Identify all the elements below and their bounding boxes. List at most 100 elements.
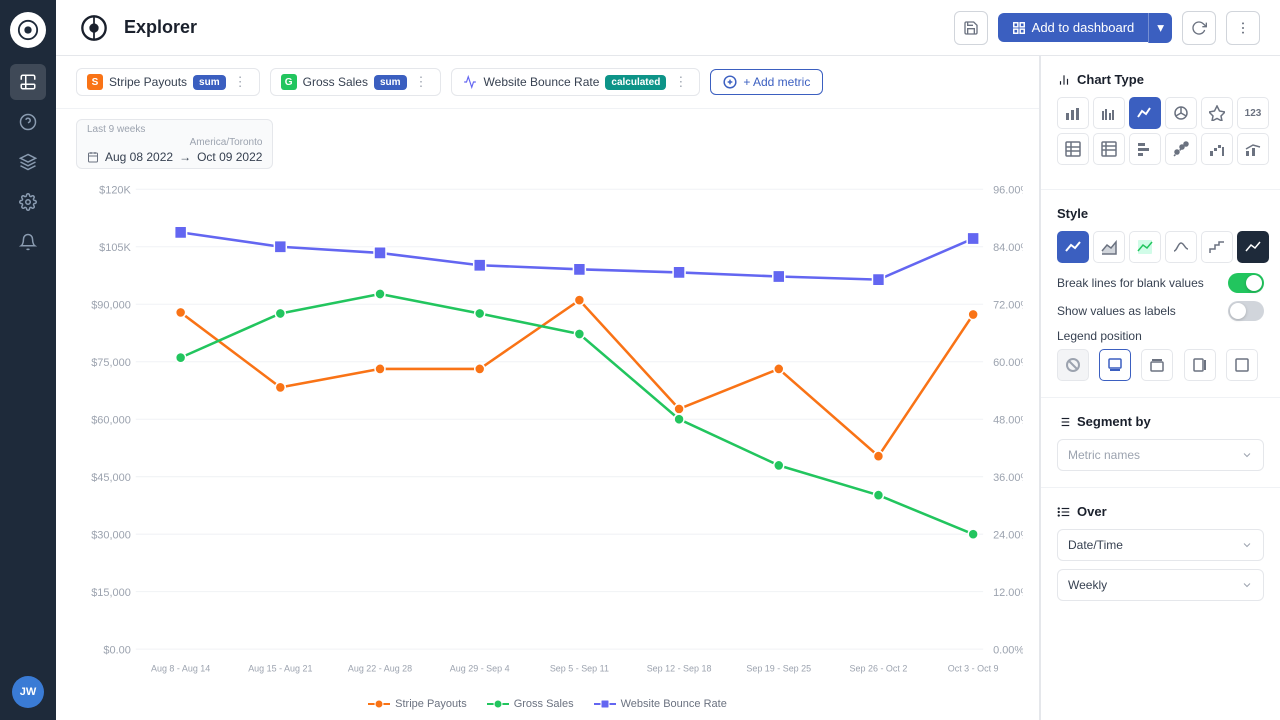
metrics-bar: S Stripe Payouts sum ⋮ G Gross Sales sum… — [56, 56, 1039, 109]
over-frequency-dropdown[interactable]: Weekly — [1057, 569, 1264, 601]
chart-type-table[interactable] — [1057, 133, 1089, 165]
chart-type-grid: 123 — [1057, 97, 1264, 165]
stripe-icon: S — [87, 74, 103, 90]
chart-type-number[interactable]: 123 — [1237, 97, 1269, 129]
sidebar-item-analytics[interactable] — [10, 144, 46, 180]
sidebar-logo — [10, 12, 46, 48]
legend-position-grid — [1057, 349, 1264, 381]
svg-text:Oct 3 - Oct 9: Oct 3 - Oct 9 — [948, 664, 999, 674]
segment-by-dropdown[interactable]: Metric names — [1057, 439, 1264, 471]
user-avatar[interactable]: JW — [12, 676, 44, 708]
style-dark[interactable] — [1237, 231, 1269, 263]
metric-chip-gross[interactable]: G Gross Sales sum ⋮ — [270, 68, 441, 96]
svg-text:Sep 19 - Sep 25: Sep 19 - Sep 25 — [746, 664, 811, 674]
legend-pos-none[interactable] — [1057, 349, 1089, 381]
add-dashboard-dropdown[interactable]: ▾ — [1148, 13, 1172, 43]
chart-legend: Stripe Payouts Gross Sales Website Bounc… — [56, 692, 1039, 720]
chart-type-waterfall[interactable] — [1201, 133, 1233, 165]
chart-type-radar[interactable] — [1201, 97, 1233, 129]
refresh-button[interactable] — [1182, 11, 1216, 45]
chart-type-section: Chart Type — [1057, 72, 1264, 173]
main-chart: $120K $105K $90,000 $75,000 $60,000 $45,… — [66, 179, 1023, 682]
svg-text:Sep 26 - Oct 2: Sep 26 - Oct 2 — [850, 664, 908, 674]
segment-by-section: Segment by Metric names — [1057, 414, 1264, 471]
content-area: S Stripe Payouts sum ⋮ G Gross Sales sum… — [56, 56, 1280, 720]
svg-text:$105K: $105K — [99, 242, 131, 254]
date-arrow: → — [179, 150, 191, 164]
chart-type-line[interactable] — [1129, 97, 1161, 129]
svg-text:36.00%: 36.00% — [993, 472, 1023, 484]
gross-more[interactable]: ⋮ — [413, 74, 430, 90]
svg-text:96.00%: 96.00% — [993, 184, 1023, 196]
divider-1 — [1041, 189, 1280, 190]
add-metric-button[interactable]: + Add metric — [710, 69, 823, 95]
app-logo — [76, 10, 112, 46]
break-lines-label: Break lines for blank values — [1057, 276, 1204, 290]
style-grid — [1057, 231, 1264, 263]
svg-text:72.00%: 72.00% — [993, 299, 1023, 311]
legend-pos-bottom[interactable] — [1099, 349, 1131, 381]
svg-text:$120K: $120K — [99, 184, 131, 196]
date-end: Oct 09 2022 — [197, 150, 262, 164]
bounce-more[interactable]: ⋮ — [672, 74, 689, 90]
svg-text:$45,000: $45,000 — [91, 472, 131, 484]
svg-text:Aug 15 - Aug 21: Aug 15 - Aug 21 — [248, 664, 312, 674]
svg-text:$90,000: $90,000 — [91, 299, 131, 311]
chart-type-grouped-bar[interactable] — [1093, 97, 1125, 129]
show-values-label: Show values as labels — [1057, 304, 1176, 318]
chart-type-pivot[interactable] — [1093, 133, 1125, 165]
add-to-dashboard-button[interactable]: Add to dashboard ▾ — [998, 13, 1172, 43]
svg-text:48.00%: 48.00% — [993, 414, 1023, 426]
date-range-badge[interactable]: Last 9 weeks America/Toronto Aug 08 2022… — [76, 119, 273, 169]
show-values-row: Show values as labels — [1057, 301, 1264, 321]
sidebar-item-notifications[interactable] — [10, 224, 46, 260]
sidebar-item-explore[interactable] — [10, 64, 46, 100]
stripe-more[interactable]: ⋮ — [232, 74, 249, 90]
sidebar-item-settings[interactable] — [10, 184, 46, 220]
over-section: Over Date/Time Weekly — [1057, 504, 1264, 601]
sidebar-item-help[interactable] — [10, 104, 46, 140]
svg-text:$60,000: $60,000 — [91, 414, 131, 426]
sidebar: JW — [0, 0, 56, 720]
legend-pos-hide[interactable] — [1226, 349, 1258, 381]
svg-text:0.00%: 0.00% — [993, 644, 1023, 656]
chart-type-combo[interactable] — [1237, 133, 1269, 165]
svg-text:$75,000: $75,000 — [91, 357, 131, 369]
legend-pos-right[interactable] — [1184, 349, 1216, 381]
gross-badge: sum — [374, 75, 407, 90]
bounce-badge: calculated — [605, 75, 666, 90]
chart-type-scatter[interactable] — [1165, 133, 1197, 165]
metric-chip-stripe[interactable]: S Stripe Payouts sum ⋮ — [76, 68, 260, 96]
add-dashboard-main[interactable]: Add to dashboard — [998, 13, 1149, 42]
legend-pos-top[interactable] — [1141, 349, 1173, 381]
topbar: Explorer Add to dashboard ▾ — [56, 0, 1280, 56]
chart-type-bar[interactable] — [1057, 97, 1089, 129]
metric-chip-bounce[interactable]: Website Bounce Rate calculated ⋮ — [451, 68, 701, 96]
over-title: Over — [1057, 504, 1264, 519]
save-button[interactable] — [954, 11, 988, 45]
main-content: Explorer Add to dashboard ▾ — [56, 0, 1280, 720]
style-step[interactable] — [1201, 231, 1233, 263]
divider-2 — [1041, 397, 1280, 398]
chart-type-pie[interactable] — [1165, 97, 1197, 129]
legend-gross: Gross Sales — [487, 698, 574, 710]
date-range-label: Last 9 weeks — [87, 124, 262, 135]
over-datetime-dropdown[interactable]: Date/Time — [1057, 529, 1264, 561]
break-lines-toggle[interactable] — [1228, 273, 1264, 293]
style-line[interactable] — [1057, 231, 1089, 263]
style-area-filled[interactable] — [1129, 231, 1161, 263]
style-section: Style — [1057, 206, 1264, 381]
show-values-toggle[interactable] — [1228, 301, 1264, 321]
toggle-knob-2 — [1230, 303, 1246, 319]
chart-type-hbar[interactable] — [1129, 133, 1161, 165]
legend-bounce: Website Bounce Rate — [594, 698, 727, 710]
svg-text:Aug 29 - Sep 4: Aug 29 - Sep 4 — [450, 664, 510, 674]
style-smooth[interactable] — [1165, 231, 1197, 263]
style-area[interactable] — [1093, 231, 1125, 263]
more-options-button[interactable] — [1226, 11, 1260, 45]
svg-text:12.00%: 12.00% — [993, 587, 1023, 599]
svg-text:$15,000: $15,000 — [91, 587, 131, 599]
stripe-badge: sum — [193, 75, 226, 90]
svg-text:Sep 5 - Sep 11: Sep 5 - Sep 11 — [550, 664, 609, 674]
sidebar-nav — [10, 64, 46, 668]
